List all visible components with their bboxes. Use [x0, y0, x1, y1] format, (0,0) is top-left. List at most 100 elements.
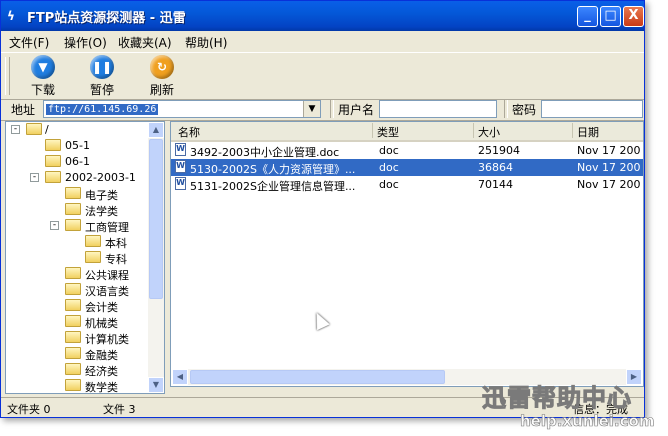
- tree-node-label: 06-1: [65, 155, 90, 168]
- thunder-icon: ϟ: [7, 9, 15, 23]
- menu-bar: 文件(F) 操作(O) 收藏夹(A) 帮助(H): [1, 31, 644, 51]
- tree-node-label: 数学类: [85, 381, 118, 394]
- menu-favorites[interactable]: 收藏夹(A): [118, 34, 172, 51]
- file-type: doc: [379, 144, 399, 157]
- folder-icon: [85, 235, 101, 247]
- file-name: 3492-2003中小企业管理.doc: [190, 146, 340, 159]
- file-name: 5131-2002S企业管理信息管理...: [190, 180, 356, 193]
- password-label: 密码: [512, 103, 537, 117]
- menu-operation[interactable]: 操作(O): [64, 34, 107, 51]
- menu-help[interactable]: 帮助(H): [185, 34, 227, 51]
- close-button[interactable]: X: [623, 6, 644, 27]
- file-type: doc: [379, 178, 399, 191]
- window-title: FTP站点资源探测器 - 迅雷: [27, 11, 186, 26]
- scroll-down-icon[interactable]: ▼: [148, 377, 164, 393]
- folder-icon: [65, 379, 81, 391]
- pause-label: 暂停: [89, 83, 114, 97]
- collapse-icon[interactable]: -: [30, 173, 39, 182]
- tree-node-label: 法学类: [85, 205, 118, 218]
- address-value: ftp://61.145.69.26: [46, 104, 159, 115]
- collapse-icon[interactable]: -: [11, 125, 20, 134]
- tree-node-label: 机械类: [85, 317, 118, 330]
- folder-icon: [45, 171, 61, 183]
- scroll-up-icon[interactable]: ▲: [148, 122, 164, 138]
- pause-button[interactable]: ❚❚ 暂停: [80, 55, 124, 97]
- folder-icon: [65, 219, 81, 231]
- separator: [504, 100, 508, 118]
- tree-node-label: 2002-2003-1: [65, 171, 136, 184]
- scroll-thumb[interactable]: [149, 139, 163, 299]
- tree-node-label: 经济类: [85, 365, 118, 378]
- tree-node-label: 公共课程: [85, 269, 129, 282]
- folder-icon: [65, 363, 81, 375]
- address-bar: 地址 ftp://61.145.69.26 ▼ 用户名 密码: [1, 98, 644, 121]
- collapse-icon[interactable]: -: [50, 221, 59, 230]
- title-bar[interactable]: ϟ FTP站点资源探测器 - 迅雷 _ □ X: [1, 1, 644, 31]
- file-size: 70144: [478, 178, 513, 191]
- tree-node-label: 05-1: [65, 139, 90, 152]
- username-input[interactable]: [379, 100, 497, 118]
- separator: [330, 100, 334, 118]
- username-label: 用户名: [338, 103, 375, 117]
- folder-count: 文件夹 0: [7, 403, 51, 416]
- column-divider[interactable]: [473, 123, 474, 138]
- watermark-text: 迅雷帮助中心: [482, 384, 632, 413]
- column-header-size[interactable]: 大小: [478, 124, 500, 140]
- folder-icon: [65, 203, 81, 215]
- file-date: Nov 17 200: [577, 144, 641, 157]
- list-header: 名称 类型 大小 日期: [171, 122, 643, 142]
- file-name: 5130-2002S《人力资源管理》...: [190, 163, 356, 176]
- download-label: 下载: [30, 83, 55, 97]
- pause-icon: ❚❚: [90, 55, 114, 79]
- tree-node-label: 金融类: [85, 349, 118, 362]
- download-button[interactable]: ▼ 下载: [21, 55, 65, 97]
- tree-node-label: /: [45, 123, 49, 136]
- watermark-url: help.xunlei.com: [520, 412, 655, 431]
- column-header-name[interactable]: 名称: [178, 124, 200, 140]
- folder-icon: [65, 283, 81, 295]
- scroll-thumb[interactable]: [190, 370, 445, 384]
- tree-scrollbar[interactable]: ▲ ▼: [148, 122, 164, 393]
- refresh-icon: ↻: [150, 55, 174, 79]
- column-header-type[interactable]: 类型: [377, 124, 399, 140]
- address-input[interactable]: ftp://61.145.69.26 ▼: [43, 100, 321, 118]
- refresh-button[interactable]: ↻ 刷新: [140, 55, 184, 97]
- file-date: Nov 17 200: [577, 161, 641, 174]
- download-icon: ▼: [31, 55, 55, 79]
- toolbar: ▼ 下载 ❚❚ 暂停 ↻ 刷新: [1, 52, 644, 100]
- password-input[interactable]: [541, 100, 643, 118]
- folder-icon: [65, 187, 81, 199]
- doc-file-icon: W: [175, 160, 186, 173]
- tree-node-label: 专科: [105, 253, 127, 266]
- tree-node-label: 工商管理: [85, 221, 129, 234]
- chevron-down-icon[interactable]: ▼: [303, 101, 320, 117]
- minimize-button[interactable]: _: [577, 6, 598, 27]
- toolbar-grip[interactable]: [5, 57, 10, 95]
- file-date: Nov 17 200: [577, 178, 641, 191]
- table-row[interactable]: W 3492-2003中小企业管理.doc doc 251904 Nov 17 …: [171, 142, 643, 159]
- scroll-left-icon[interactable]: ◀: [172, 369, 188, 385]
- file-type: doc: [379, 161, 399, 174]
- doc-file-icon: W: [175, 177, 186, 190]
- file-size: 251904: [478, 144, 520, 157]
- table-row[interactable]: W 5130-2002S《人力资源管理》... doc 36864 Nov 17…: [171, 159, 643, 176]
- address-label: 地址: [11, 103, 36, 117]
- column-divider[interactable]: [572, 123, 573, 138]
- app-window: ϟ FTP站点资源探测器 - 迅雷 _ □ X 文件(F) 操作(O) 收藏夹(…: [0, 0, 645, 418]
- folder-icon: [26, 123, 42, 135]
- column-divider[interactable]: [372, 123, 373, 138]
- tree-node-label: 汉语言类: [85, 285, 129, 298]
- maximize-button[interactable]: □: [600, 6, 621, 27]
- column-header-date[interactable]: 日期: [577, 124, 599, 140]
- folder-icon: [65, 267, 81, 279]
- tree-node-label: 会计类: [85, 301, 118, 314]
- folder-icon: [45, 155, 61, 167]
- menu-file[interactable]: 文件(F): [9, 34, 49, 51]
- folder-icon: [65, 347, 81, 359]
- file-list: 名称 类型 大小 日期 W 3492-2003中小企业管理.doc doc 25…: [170, 121, 644, 387]
- file-size: 36864: [478, 161, 513, 174]
- table-row[interactable]: W 5131-2002S企业管理信息管理... doc 70144 Nov 17…: [171, 176, 643, 193]
- tree-node-label: 电子类: [85, 189, 118, 202]
- folder-tree: - / 05-1 06-1 - 2002-2003-1 电子类 法学类 - 工商…: [5, 121, 165, 394]
- refresh-label: 刷新: [149, 83, 174, 97]
